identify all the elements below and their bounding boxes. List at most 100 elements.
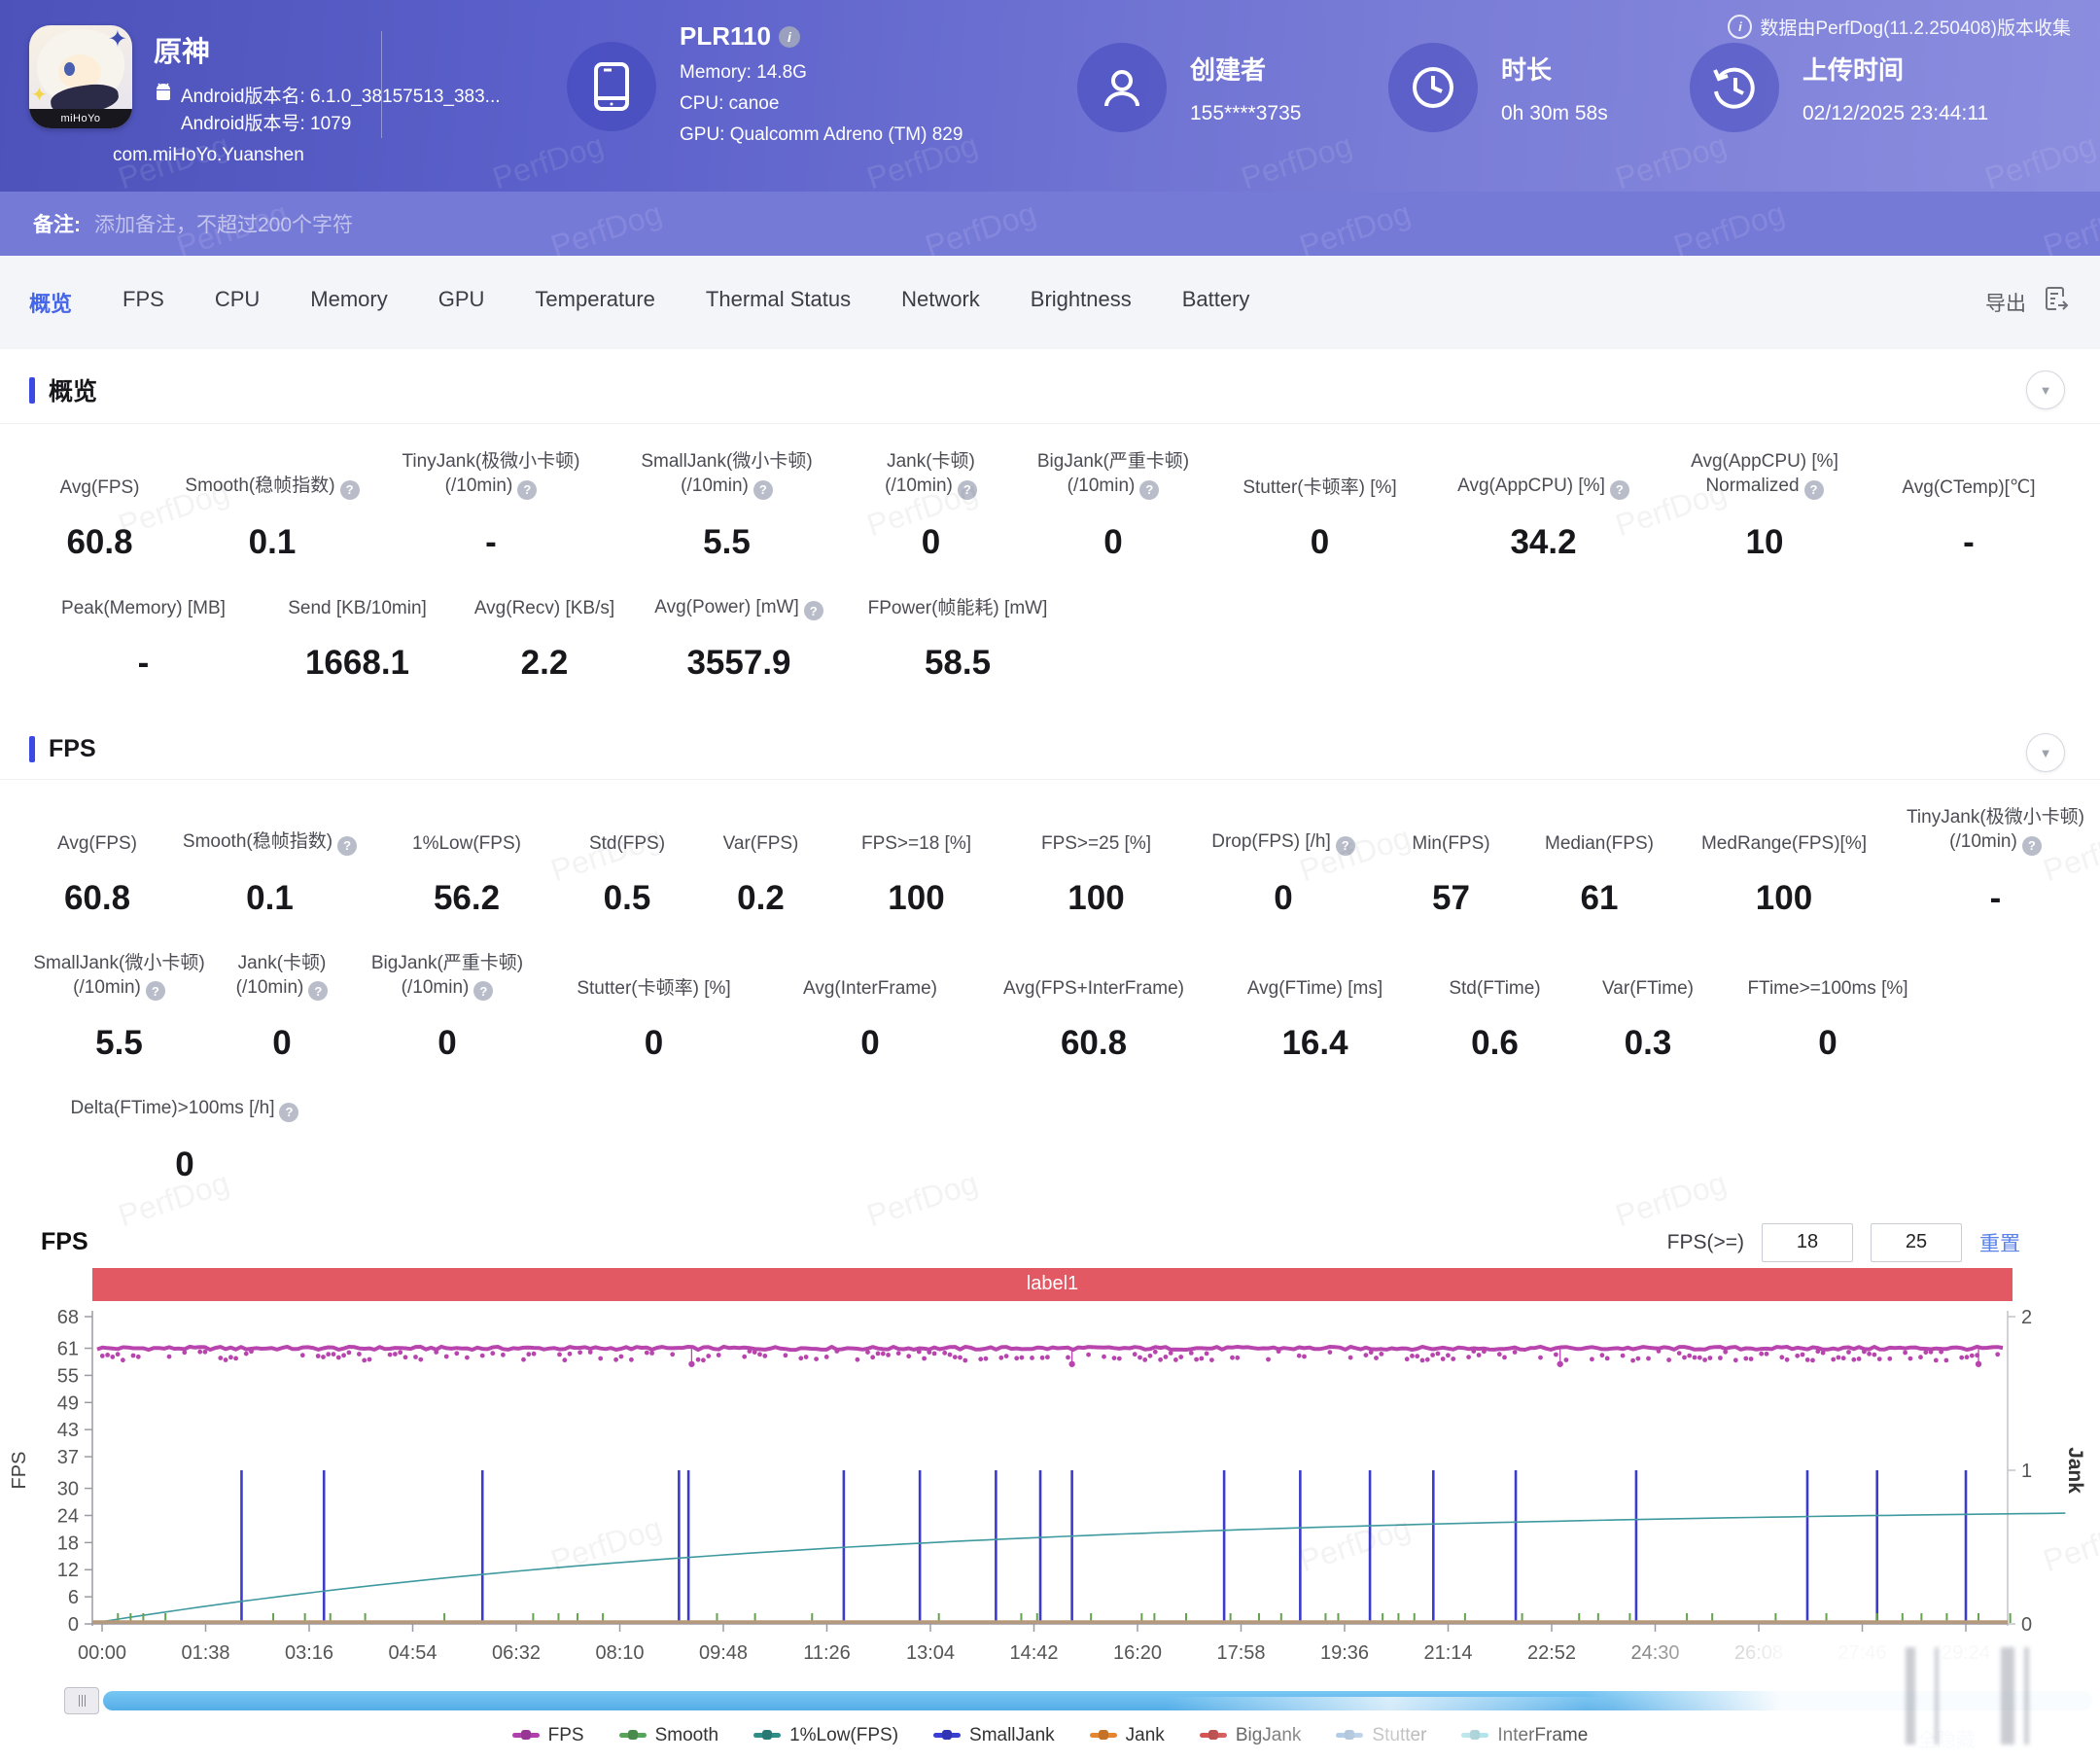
help-icon[interactable]: ? xyxy=(957,479,977,500)
svg-text:Jank: Jank xyxy=(2064,1447,2086,1494)
stat-value: 0 xyxy=(644,1024,664,1062)
stat-label: Var(FTime) xyxy=(1602,978,1694,999)
svg-text:22:52: 22:52 xyxy=(1527,1642,1576,1664)
chart-title: FPS xyxy=(41,1228,88,1255)
legend-item-1%Low(FPS)[interactable]: 1%Low(FPS) xyxy=(753,1725,898,1746)
legend-marker xyxy=(618,1733,647,1738)
svg-text:37: 37 xyxy=(57,1447,79,1468)
svg-text:55: 55 xyxy=(57,1365,79,1387)
stat-cell: Var(FPS) 0.2 xyxy=(695,831,826,918)
stat-value: 2.2 xyxy=(520,644,569,682)
stat-cell: Avg(CTemp)[℃] - xyxy=(1872,476,2066,562)
svg-text:61: 61 xyxy=(57,1338,79,1359)
stat-cell: Smooth(稳帧指数)? 0.1 xyxy=(165,829,374,918)
export-button[interactable]: 导出 xyxy=(1985,288,2026,317)
stat-value: 5.5 xyxy=(703,522,751,561)
legend-item-Smooth[interactable]: Smooth xyxy=(618,1725,718,1746)
tab-Network[interactable]: Network xyxy=(901,287,980,318)
legend-item-SmallJank[interactable]: SmallJank xyxy=(933,1725,1055,1746)
stat-label: Peak(Memory) [MB] xyxy=(61,598,226,618)
help-icon[interactable]: ? xyxy=(752,479,773,500)
legend-item-InterFrame[interactable]: InterFrame xyxy=(1461,1725,1588,1746)
help-icon[interactable]: ? xyxy=(2021,835,2042,856)
stat-cell: BigJank(严重卡顿) (/10min)? 0 xyxy=(355,951,540,1064)
tab-Memory[interactable]: Memory xyxy=(310,287,387,318)
export-icon[interactable] xyxy=(2042,285,2071,320)
tab-Temperature[interactable]: Temperature xyxy=(535,287,655,318)
help-icon[interactable]: ? xyxy=(1139,479,1160,500)
device-info-icon[interactable]: i xyxy=(778,25,800,48)
chart-label-band: label1 xyxy=(92,1267,2012,1301)
stat-label: FTime>=100ms [%] xyxy=(1747,978,1908,999)
stat-label: Avg(AppCPU) [%]? xyxy=(1457,474,1629,500)
device-gpu: GPU: Qualcomm Adreno (TM) 829 xyxy=(680,124,963,145)
stat-label: Drop(FPS) [/h]? xyxy=(1211,829,1355,856)
help-icon[interactable]: ? xyxy=(337,835,358,856)
stat-cell: Delta(FTime)>100ms [/h]? 0 xyxy=(29,1096,340,1184)
tab-Battery[interactable]: Battery xyxy=(1182,287,1250,318)
help-icon[interactable]: ? xyxy=(339,479,360,500)
stat-cell: TinyJank(极微小卡顿) (/10min)? - xyxy=(374,449,608,562)
svg-text:00:00: 00:00 xyxy=(78,1642,126,1664)
stat-value: 0.3 xyxy=(1624,1024,1672,1062)
stat-value: 0 xyxy=(921,522,941,561)
legend-item-Stutter[interactable]: Stutter xyxy=(1336,1725,1426,1746)
stat-label: TinyJank(极微小卡顿) (/10min)? xyxy=(402,449,579,500)
help-icon[interactable]: ? xyxy=(1335,835,1355,856)
fps-section: FPS ▼ Avg(FPS) 60.8 Smooth(稳帧指数)? 0.1 1%Low(… xyxy=(0,712,2100,1214)
tab-FPS[interactable]: FPS xyxy=(122,287,164,318)
stat-label: Send [KB/10min] xyxy=(288,598,427,618)
stat-value: 57 xyxy=(1432,878,1470,917)
help-icon[interactable]: ? xyxy=(803,601,823,620)
stat-cell: Avg(FTime) [ms] 16.4 xyxy=(1215,976,1415,1063)
chart-scroll-handle[interactable] xyxy=(64,1686,99,1714)
svg-text:43: 43 xyxy=(57,1420,79,1441)
hide-all-link[interactable]: 全隐藏 xyxy=(1917,1724,1976,1752)
fps-collapse-button[interactable]: ▼ xyxy=(2026,733,2065,772)
collect-info-icon[interactable]: i xyxy=(1728,15,1753,39)
stat-cell: BigJank(严重卡顿) (/10min)? 0 xyxy=(1016,449,1210,562)
stat-cell: Stutter(卡顿率) [%] 0 xyxy=(540,976,768,1063)
stat-label: Avg(FPS) xyxy=(56,832,137,854)
stat-label: FPS>=25 [%] xyxy=(1040,832,1151,854)
stat-label: Smooth(稳帧指数)? xyxy=(185,474,360,500)
legend-label: FPS xyxy=(547,1724,584,1745)
help-icon[interactable]: ? xyxy=(145,981,165,1001)
stat-cell: Median(FPS) 61 xyxy=(1522,831,1677,918)
svg-text:17:58: 17:58 xyxy=(1216,1642,1265,1664)
overview-collapse-button[interactable]: ▼ xyxy=(2026,370,2065,409)
tab-Thermal Status[interactable]: Thermal Status xyxy=(706,287,851,318)
fps-threshold-label: FPS(>=) xyxy=(1666,1230,1744,1253)
help-icon[interactable]: ? xyxy=(279,1102,299,1122)
chart-scrollbar[interactable] xyxy=(103,1690,2092,1710)
tab-CPU[interactable]: CPU xyxy=(215,287,260,318)
help-icon[interactable]: ? xyxy=(1803,479,1824,500)
legend-item-BigJank[interactable]: BigJank xyxy=(1199,1725,1301,1746)
tab-概览[interactable]: 概览 xyxy=(29,287,72,318)
tab-Brightness[interactable]: Brightness xyxy=(1031,287,1132,318)
tab-GPU[interactable]: GPU xyxy=(438,287,485,318)
stat-value: 60.8 xyxy=(66,522,133,561)
duration-value: 0h 30m 58s xyxy=(1501,101,1608,124)
help-icon[interactable]: ? xyxy=(517,479,538,500)
stat-cell: Std(FTime) 0.6 xyxy=(1415,976,1575,1063)
note-input[interactable]: 添加备注，不超过200个字符 xyxy=(94,209,353,238)
stat-value: 0 xyxy=(175,1145,194,1183)
stat-cell: Avg(AppCPU) [%] Normalized? 10 xyxy=(1658,449,1872,562)
stat-label: Avg(FPS+InterFrame) xyxy=(1002,978,1184,999)
stat-cell: Avg(FPS+InterFrame) 60.8 xyxy=(972,976,1215,1063)
legend-item-FPS[interactable]: FPS xyxy=(511,1724,584,1746)
reset-link[interactable]: 重置 xyxy=(1979,1228,2020,1257)
report-header: ✦ ✦ miHoYo 原神 Android版本名: 6.1.0_38157513_… xyxy=(0,0,2100,192)
stat-cell: Std(FPS) 0.5 xyxy=(559,831,695,918)
help-icon[interactable]: ? xyxy=(308,981,329,1001)
fps-chart[interactable]: 0612182430374349556168012FPS Jank00:00 01:… xyxy=(0,1301,2100,1676)
help-icon[interactable]: ? xyxy=(1609,479,1629,500)
stat-cell: Drop(FPS) [/h]? 0 xyxy=(1186,829,1381,918)
legend-item-Jank[interactable]: Jank xyxy=(1089,1725,1165,1746)
app-icon: ✦ ✦ miHoYo xyxy=(29,25,132,128)
android-icon xyxy=(154,82,173,111)
fps-threshold-input-2[interactable] xyxy=(1871,1222,1962,1262)
fps-threshold-input-1[interactable] xyxy=(1762,1222,1853,1262)
help-icon[interactable]: ? xyxy=(473,981,494,1001)
